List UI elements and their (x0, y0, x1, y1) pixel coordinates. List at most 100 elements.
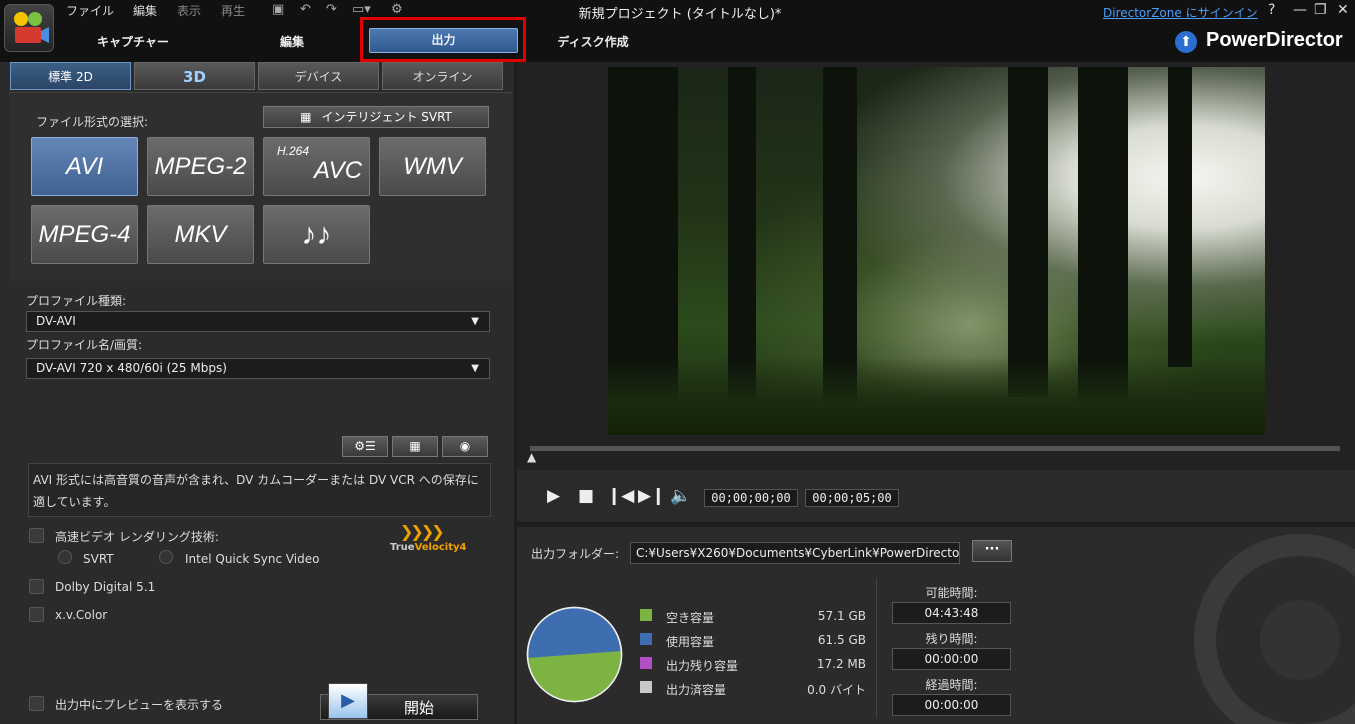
subtab-device[interactable]: デバイス (258, 62, 379, 90)
svrt-button-label: インテリジェント SVRT (321, 110, 452, 124)
tab-capture[interactable]: キャプチャー (90, 30, 176, 54)
profile-type-select[interactable]: DV-AVI ▼ (26, 311, 490, 332)
profile-type-value: DV-AVI (36, 314, 76, 328)
pie-free-slice (527, 651, 622, 702)
profile-name-select[interactable]: DV-AVI 720 x 480/60i (25 Mbps) ▼ (26, 358, 490, 379)
elapsed-time-label: 経過時間: (925, 678, 978, 692)
upgrade-arrow-icon[interactable]: ⬆ (1175, 31, 1197, 53)
save-icon[interactable]: ▣ (272, 2, 284, 17)
xvcolor-checkbox[interactable] (29, 607, 44, 622)
chevron-down-icon: ▼ (471, 363, 479, 374)
free-space-swatch (640, 609, 652, 621)
timeline-slider[interactable] (530, 446, 1340, 451)
profile-name-value: DV-AVI 720 x 480/60i (25 Mbps) (36, 361, 227, 375)
available-time-value: 04:43:48 (892, 602, 1011, 624)
film-reel-watermark-icon (1194, 534, 1355, 724)
redo-icon[interactable]: ↷ (326, 2, 337, 17)
output-done-value: 0.0 バイト (807, 683, 866, 697)
current-timecode: 00;00;00;00 (704, 489, 798, 507)
play-icon[interactable]: ▶ (547, 486, 560, 506)
preview-during-output-label: 出力中にプレビューを表示する (55, 698, 224, 712)
svrt-radio-label: SVRT (83, 552, 114, 566)
dolby-label: Dolby Digital 5.1 (55, 580, 156, 594)
grid-icon: ▦ (409, 439, 421, 453)
forest-tree (1008, 67, 1048, 397)
available-time-label: 可能時間: (925, 586, 978, 600)
output-remaining-swatch (640, 657, 652, 669)
format-mpeg4-button[interactable]: MPEG-4 (31, 205, 138, 264)
hw-rendering-checkbox[interactable] (29, 528, 44, 543)
output-done-swatch (640, 681, 652, 693)
output-folder-path[interactable]: C:¥Users¥X260¥Documents¥CyberLink¥PowerD… (630, 542, 960, 564)
used-space-swatch (640, 633, 652, 645)
used-space-label: 使用容量 (666, 635, 715, 649)
free-space-value: 57.1 GB (817, 609, 866, 623)
forest-floor (608, 357, 1265, 435)
format-mkv-button[interactable]: MKV (147, 205, 254, 264)
profile-grid-button[interactable]: ▦ (392, 436, 438, 457)
format-wmv-button[interactable]: WMV (379, 137, 486, 196)
disk-usage-pie-chart (526, 606, 623, 703)
elapsed-time-value: 00:00:00 (892, 694, 1011, 716)
format-mpeg2-button[interactable]: MPEG-2 (147, 137, 254, 196)
profile-upload-button[interactable]: ◉ (442, 436, 488, 457)
svrt-radio[interactable] (58, 550, 72, 564)
chevron-arrows-icon: ❯❯❯❯ (400, 522, 445, 541)
tab-disc[interactable]: ディスク作成 (548, 30, 638, 54)
output-remaining-label: 出力残り容量 (666, 659, 739, 673)
cloud-eye-icon: ◉ (459, 439, 471, 453)
video-preview (608, 67, 1265, 435)
tab-edit[interactable]: 編集 (262, 30, 322, 54)
browse-folder-button[interactable]: ··· (972, 540, 1012, 562)
menu-edit[interactable]: 編集 (133, 2, 157, 19)
close-button[interactable]: ✕ (1337, 2, 1349, 18)
format-h264-avc-button[interactable]: H.264 AVC (263, 137, 370, 196)
profile-name-label: プロファイル名/画質: (26, 338, 143, 352)
window-title: 新規プロジェクト (タイトルなし)* (578, 7, 782, 22)
quick-sync-radio[interactable] (159, 550, 173, 564)
used-space-value: 61.5 GB (817, 633, 866, 647)
film-camera-icon (14, 12, 49, 43)
remaining-time-label: 残り時間: (925, 632, 978, 646)
preview-during-output-checkbox[interactable] (29, 696, 44, 711)
subtab-online[interactable]: オンライン (382, 62, 503, 90)
quick-sync-label: Intel Quick Sync Video (185, 552, 320, 566)
layout-icon[interactable]: ▭▾ (352, 2, 371, 17)
menu-file[interactable]: ファイル (66, 2, 114, 19)
forest-tree (1168, 67, 1192, 367)
volume-icon[interactable]: 🔈 (670, 486, 691, 506)
profile-settings-button[interactable]: ⚙☰ (342, 436, 388, 457)
app-logo (4, 4, 54, 52)
help-button[interactable]: ? (1268, 2, 1275, 18)
output-done-label: 出力済容量 (666, 683, 727, 697)
xvcolor-label: x.v.Color (55, 608, 108, 622)
truevelocity-logo: ❯❯❯❯ TrueVelocity4 (390, 522, 470, 562)
dolby-checkbox[interactable] (29, 579, 44, 594)
menu-play[interactable]: 再生 (221, 2, 245, 19)
subtab-3d[interactable]: 3D (134, 62, 255, 90)
menu-view[interactable]: 表示 (177, 2, 201, 19)
previous-frame-icon[interactable]: ❙◀ (607, 486, 634, 506)
duration-timecode: 00;00;05;00 (805, 489, 899, 507)
stop-icon[interactable]: ■ (578, 486, 594, 506)
h264-label: H.264 (277, 144, 310, 158)
remaining-time-value: 00:00:00 (892, 648, 1011, 670)
directorzone-signin-link[interactable]: DirectorZone にサインイン (1103, 4, 1258, 21)
output-remaining-value: 17.2 MB (816, 657, 866, 671)
settings-gear-icon[interactable]: ⚙ (391, 2, 403, 17)
profile-type-label: プロファイル種類: (26, 294, 127, 308)
format-avi-button[interactable]: AVI (31, 137, 138, 196)
minimize-button[interactable]: — (1293, 2, 1307, 18)
subtab-standard-2d[interactable]: 標準 2D (10, 62, 131, 90)
avc-label: AVC (314, 157, 363, 184)
slider-handle[interactable]: ▲ (527, 450, 536, 464)
free-space-label: 空き容量 (666, 611, 715, 625)
format-description: AVI 形式には高音質の音声が含まれ、DV カムコーダーまたは DV VCR へ… (28, 463, 491, 517)
format-label: ファイル形式の選択: (36, 115, 149, 129)
format-audio-button[interactable]: ♪♪ (263, 205, 370, 264)
restore-button[interactable]: ❐ (1314, 2, 1327, 18)
forest-tree (823, 67, 857, 407)
undo-icon[interactable]: ↶ (300, 2, 311, 17)
truevelocity-text: TrueVelocity4 (390, 542, 467, 553)
next-frame-icon[interactable]: ▶❙ (638, 486, 665, 506)
